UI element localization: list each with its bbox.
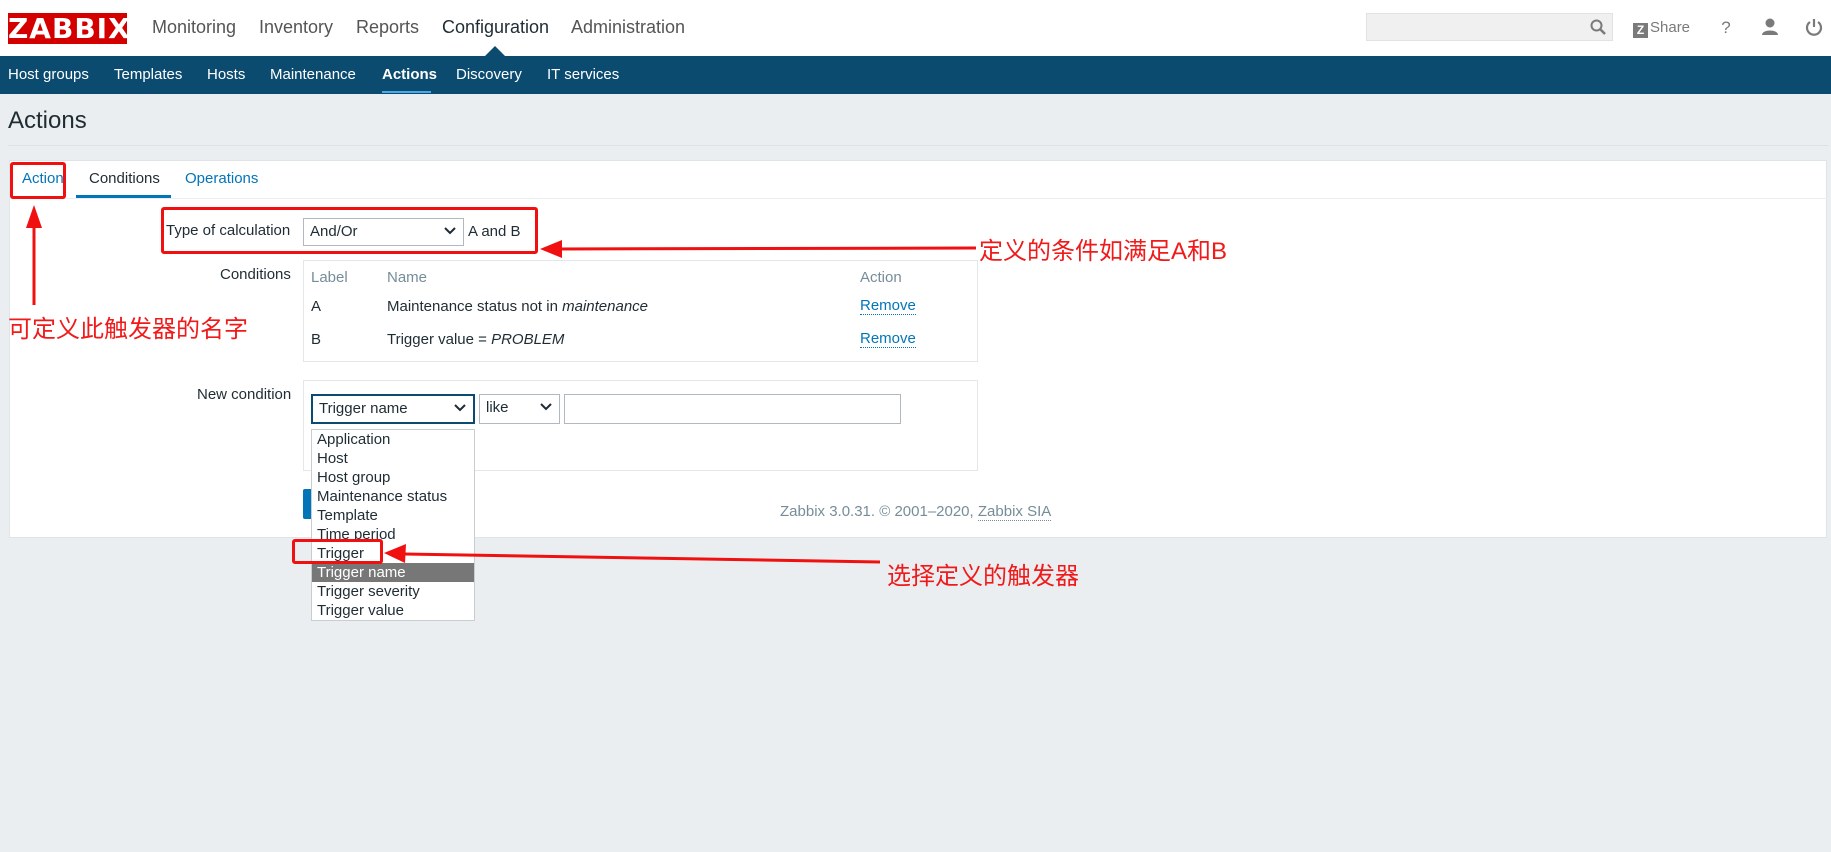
arrow-to-calc-type	[540, 240, 977, 258]
annotation-arrows	[26, 205, 977, 564]
annotation-calc-note: 定义的条件如满足A和B	[979, 238, 1228, 265]
annotation-trigger-note: 选择定义的触发器	[887, 563, 1079, 590]
arrow-to-trigger-option	[384, 544, 881, 564]
annotation-name-note: 可定义此触发器的名字	[8, 316, 248, 343]
arrow-to-action-tab	[26, 205, 42, 305]
